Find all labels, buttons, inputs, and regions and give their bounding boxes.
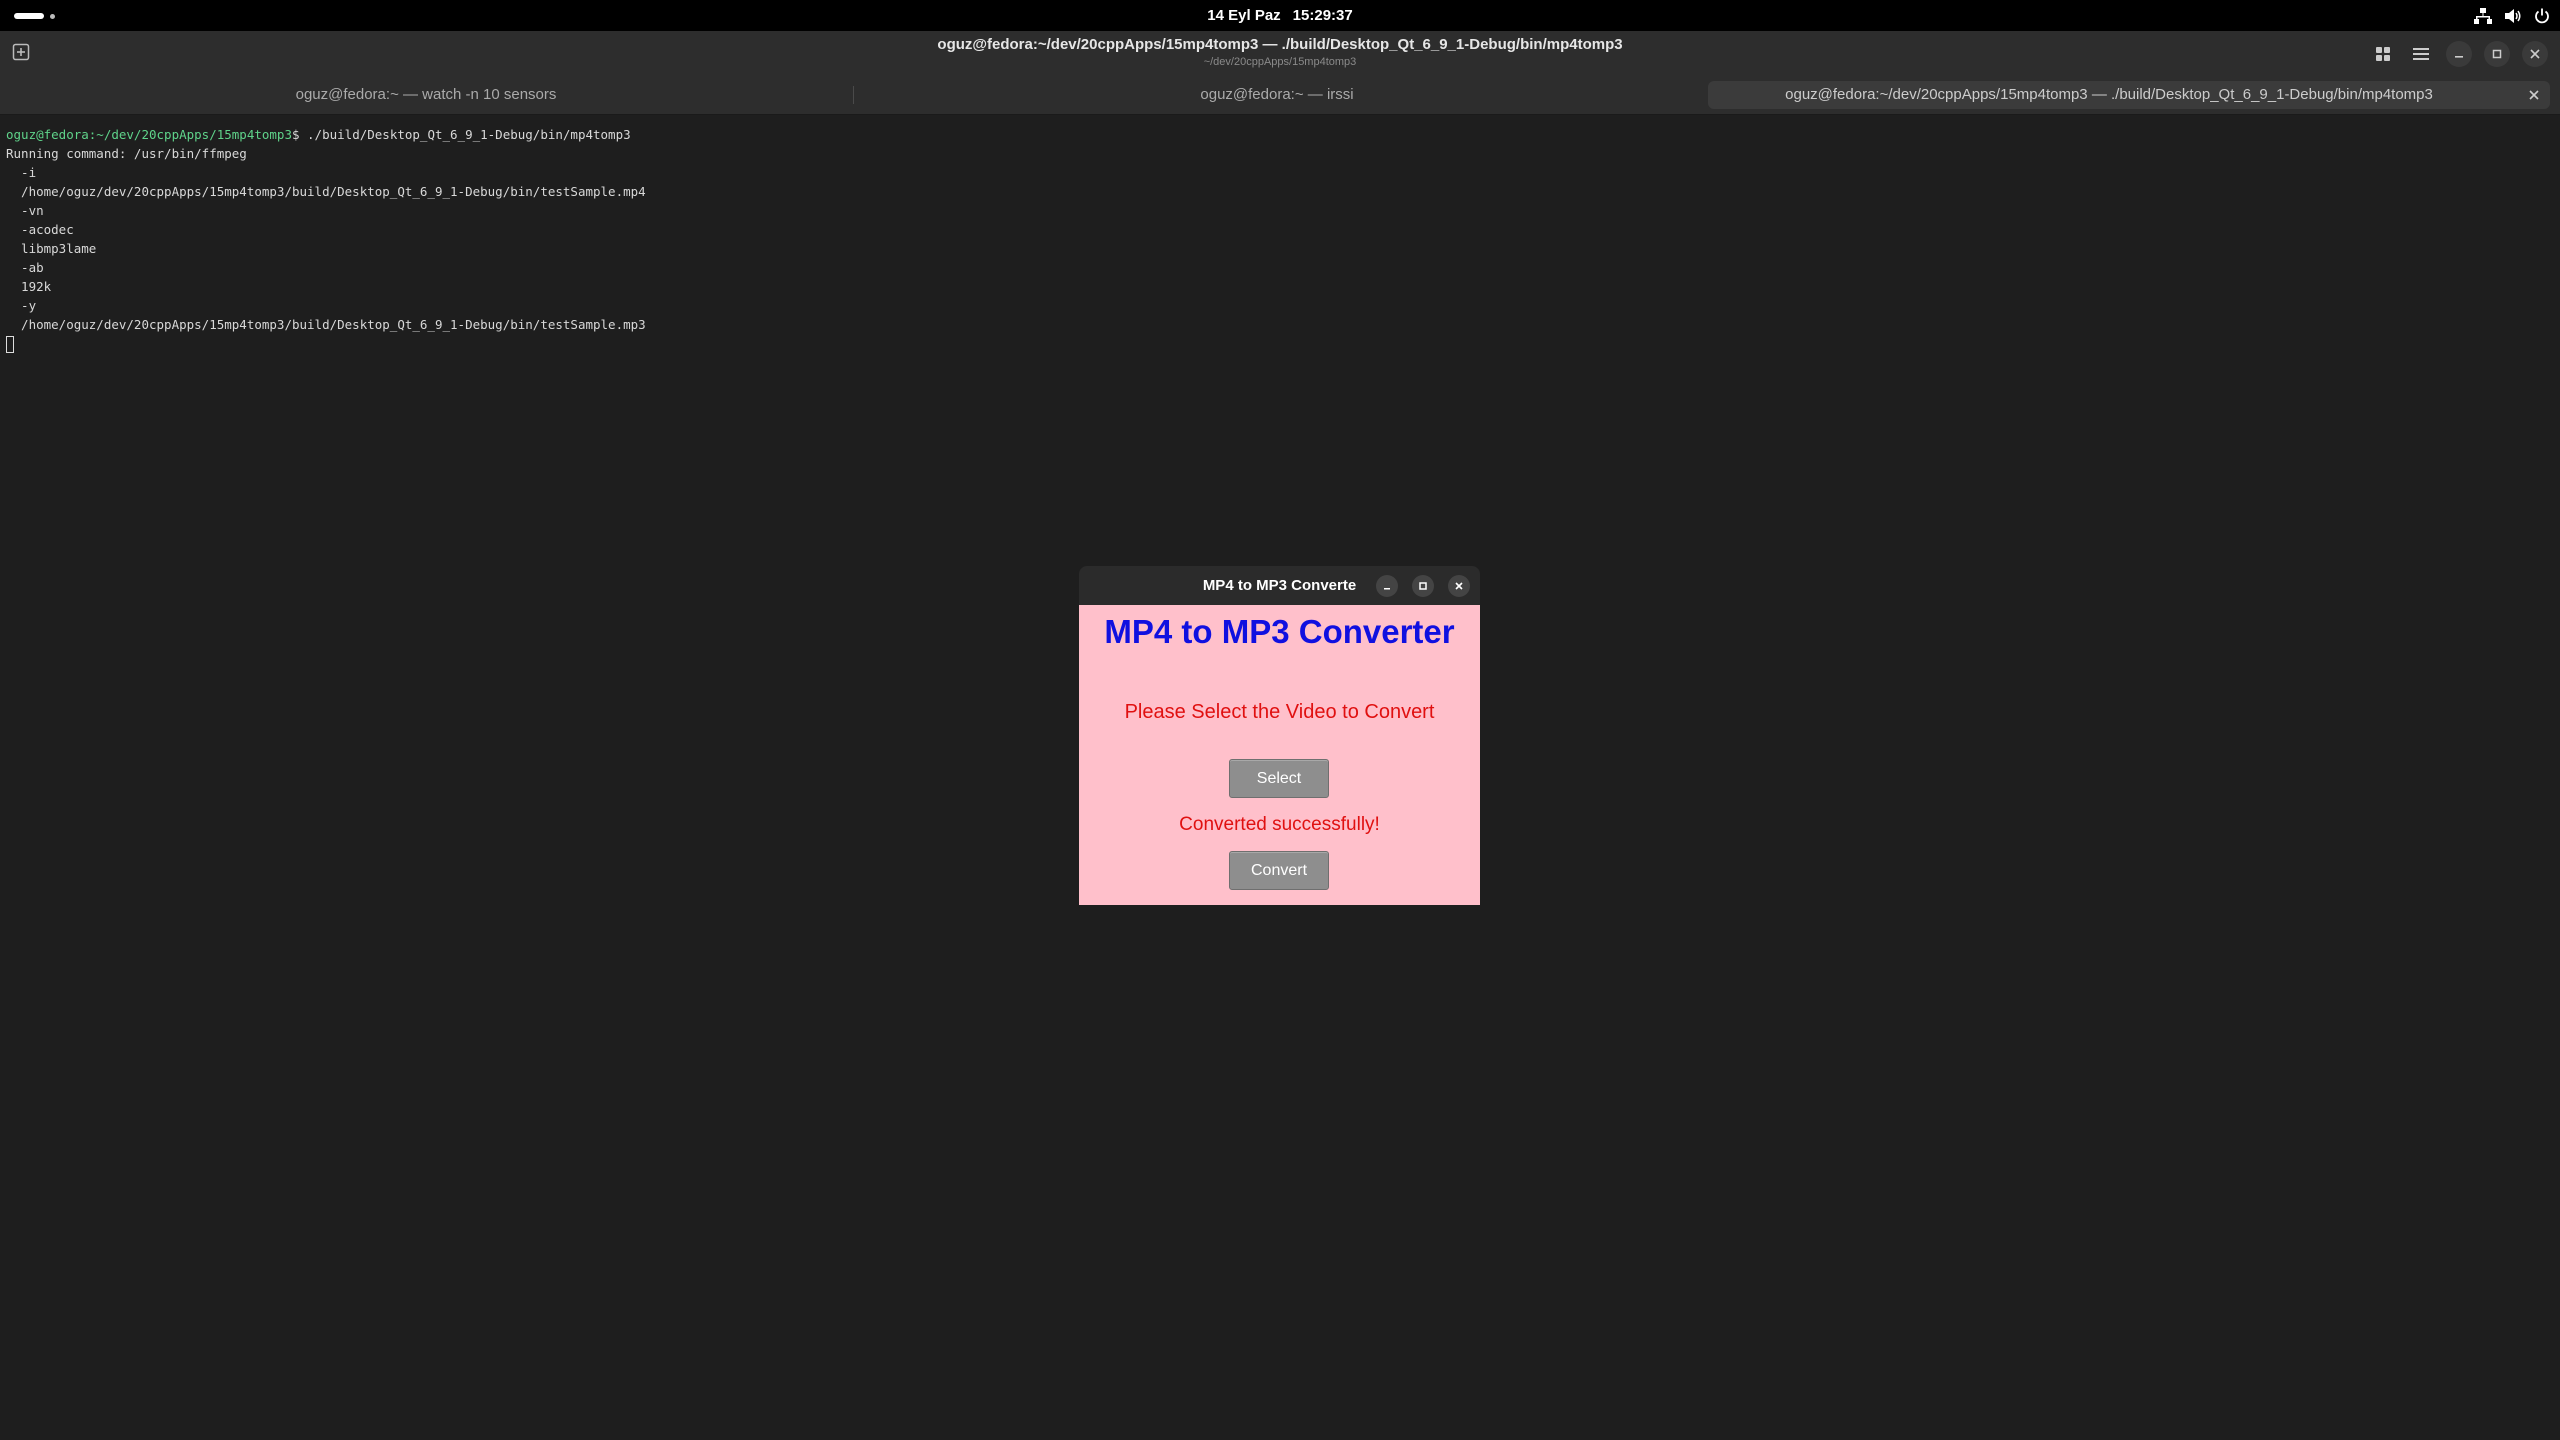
- network-icon: [2474, 7, 2492, 24]
- terminal-line: 192k: [6, 279, 52, 294]
- terminal-line: libmp3lame: [6, 241, 97, 256]
- grid-icon: [2376, 47, 2390, 61]
- clock[interactable]: 14 Eyl Paz 15:29:37: [0, 0, 2560, 31]
- terminal-header-bar: oguz@fedora:~/dev/20cppApps/15mp4tomp3 —…: [0, 31, 2560, 77]
- tab-sensors[interactable]: oguz@fedora:~ — watch -n 10 sensors: [0, 81, 852, 109]
- terminal-line: /home/oguz/dev/20cppApps/15mp4tomp3/buil…: [6, 184, 646, 199]
- close-icon: [2530, 49, 2540, 59]
- terminal-line: -i: [6, 165, 37, 180]
- close-button[interactable]: [2522, 41, 2548, 67]
- minimize-button[interactable]: [2446, 41, 2472, 67]
- converter-titlebar[interactable]: MP4 to MP3 Converte: [1079, 566, 1480, 605]
- window-title: oguz@fedora:~/dev/20cppApps/15mp4tomp3 —…: [937, 36, 1623, 53]
- tab-label: oguz@fedora:~/dev/20cppApps/15mp4tomp3 —…: [1785, 86, 2433, 103]
- terminal-line: -ab: [6, 260, 44, 275]
- system-top-bar: 14 Eyl Paz 15:29:37: [0, 0, 2560, 31]
- tab-mp4tomp3[interactable]: oguz@fedora:~/dev/20cppApps/15mp4tomp3 —…: [1708, 81, 2550, 109]
- volume-icon: [2505, 8, 2521, 23]
- clock-time: 15:29:37: [1292, 7, 1353, 24]
- tab-close-icon[interactable]: [2526, 87, 2542, 103]
- minimize-icon: [2455, 56, 2463, 58]
- maximize-icon: [1419, 582, 1427, 590]
- terminal-line: Running command: /usr/bin/ffmpeg: [6, 146, 247, 161]
- clock-date: 14 Eyl Paz: [1207, 7, 1281, 24]
- select-button[interactable]: Select: [1229, 759, 1329, 798]
- tab-label: oguz@fedora:~ — watch -n 10 sensors: [295, 86, 557, 103]
- tab-irssi[interactable]: oguz@fedora:~ — irssi: [855, 81, 1699, 109]
- tab-bar: oguz@fedora:~ — watch -n 10 sensors oguz…: [0, 77, 2560, 115]
- terminal-command: $ ./build/Desktop_Qt_6_9_1-Debug/bin/mp4…: [291, 127, 631, 142]
- terminal-line: -acodec: [6, 222, 74, 237]
- close-icon: [1455, 582, 1463, 590]
- main-menu-button[interactable]: [2408, 41, 2434, 67]
- tab-separator: [853, 86, 854, 104]
- terminal-output[interactable]: oguz@fedora:~/dev/20cppApps/15mp4tomp3$ …: [6, 125, 646, 353]
- terminal-line: /home/oguz/dev/20cppApps/15mp4tomp3/buil…: [6, 317, 646, 332]
- terminal-prompt: oguz@fedora:~/dev/20cppApps/15mp4tomp3: [6, 127, 292, 142]
- terminal-line: -y: [6, 298, 37, 313]
- converter-close-button[interactable]: [1448, 575, 1470, 597]
- convert-button[interactable]: Convert: [1229, 851, 1329, 890]
- terminal-line: -vn: [6, 203, 44, 218]
- system-tray[interactable]: [2474, 0, 2550, 31]
- converter-heading: MP4 to MP3 Converter: [1104, 613, 1455, 650]
- window-subtitle: ~/dev/20cppApps/15mp4tomp3: [1203, 56, 1357, 68]
- tab-overview-button[interactable]: [2370, 41, 2396, 67]
- hamburger-icon: [2413, 48, 2429, 60]
- tab-label: oguz@fedora:~ — irssi: [1200, 86, 1354, 103]
- power-icon: [2535, 8, 2549, 23]
- converter-body: MP4 to MP3 Converter Please Select the V…: [1079, 605, 1480, 905]
- status-label: Converted successfully!: [1179, 814, 1380, 835]
- instruction-label: Please Select the Video to Convert: [1124, 701, 1435, 723]
- converter-window: MP4 to MP3 Converte MP4 to MP3 Converter…: [1079, 566, 1480, 905]
- converter-minimize-button[interactable]: [1376, 575, 1398, 597]
- minimize-icon: [1384, 588, 1390, 590]
- maximize-icon: [2492, 49, 2502, 59]
- terminal-cursor: [6, 336, 14, 353]
- converter-maximize-button[interactable]: [1412, 575, 1434, 597]
- maximize-button[interactable]: [2484, 41, 2510, 67]
